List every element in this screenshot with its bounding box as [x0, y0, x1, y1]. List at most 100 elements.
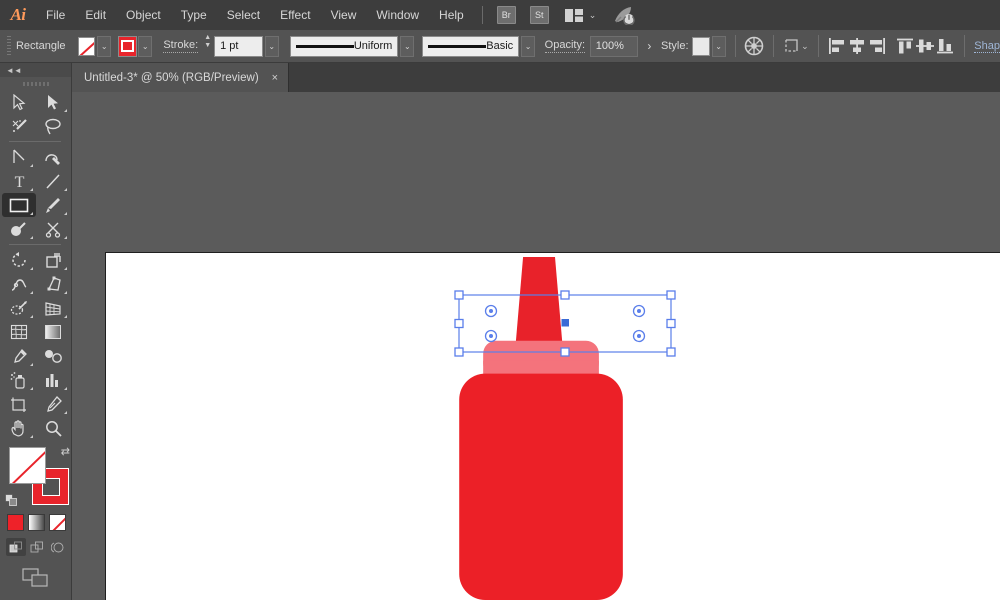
document-tab[interactable]: Untitled-3* @ 50% (RGB/Preview) ×	[72, 63, 289, 92]
mesh-tool[interactable]	[2, 320, 36, 344]
rocket-power-icon[interactable]	[612, 5, 636, 25]
graphic-style-chevron-icon[interactable]: ⌄	[712, 36, 726, 57]
close-icon[interactable]: ×	[272, 72, 278, 84]
scissors-tool[interactable]	[36, 217, 70, 241]
free-transform-tool[interactable]	[36, 272, 70, 296]
menu-item-file[interactable]: File	[36, 0, 75, 30]
menu-item-edit[interactable]: Edit	[75, 0, 116, 30]
default-fill-stroke-icon[interactable]	[5, 494, 18, 507]
stroke-dropdown-chevron-icon[interactable]: ⌄	[138, 36, 152, 57]
opacity-label[interactable]: Opacity:	[545, 39, 585, 53]
brush-preview-icon	[428, 45, 486, 48]
curvature-tool[interactable]	[36, 145, 70, 169]
shape-builder-tool[interactable]	[2, 296, 36, 320]
style-label: Style:	[661, 40, 689, 52]
line-segment-tool[interactable]	[36, 169, 70, 193]
stroke-weight-chevron-icon[interactable]: ⌄	[265, 36, 279, 57]
magic-wand-tool[interactable]	[2, 114, 36, 138]
graphic-style-swatch[interactable]	[692, 37, 709, 56]
collapse-panel-icon[interactable]: ◄◄	[0, 63, 71, 77]
draw-inside-button[interactable]	[48, 538, 68, 556]
brush-definition-chevron-icon[interactable]: ⌄	[521, 36, 535, 57]
selection-bounding-box[interactable]	[106, 253, 1000, 600]
opacity-options-chevron-icon[interactable]: ›	[647, 39, 651, 53]
none-button[interactable]	[49, 514, 66, 531]
brush-definition-select[interactable]: Basic	[422, 36, 519, 57]
rotate-tool[interactable]	[2, 248, 36, 272]
stock-button[interactable]: St	[530, 6, 549, 24]
align-horizontal-center-icon[interactable]	[847, 35, 867, 57]
shape-properties-link[interactable]: Shap	[974, 40, 1000, 53]
bridge-button[interactable]: Br	[497, 6, 516, 24]
menu-divider	[482, 6, 483, 24]
transform-icon[interactable]	[783, 35, 803, 57]
fill-dropdown-chevron-icon[interactable]: ⌄	[97, 36, 111, 57]
illustrator-window: Ai File Edit Object Type Select Effect V…	[0, 0, 1000, 600]
align-bottom-icon[interactable]	[935, 35, 955, 57]
tools-panel: ◄◄	[0, 63, 72, 600]
menu-item-effect[interactable]: Effect	[270, 0, 320, 30]
width-profile-select[interactable]: Uniform	[290, 36, 399, 57]
screen-mode-control	[0, 568, 71, 593]
stroke-weight-stepper[interactable]: ▲▼	[204, 38, 211, 54]
stroke-weight-label[interactable]: Stroke:	[163, 39, 198, 53]
control-bar-grip[interactable]	[7, 36, 11, 56]
lasso-tool[interactable]	[36, 114, 70, 138]
drawing-mode-buttons	[6, 538, 71, 556]
tool-group-selection	[2, 90, 70, 138]
menu-item-help[interactable]: Help	[429, 0, 474, 30]
menu-item-type[interactable]: Type	[171, 0, 217, 30]
eyedropper-tool[interactable]	[2, 344, 36, 368]
blend-tool[interactable]	[36, 344, 70, 368]
tool-group-modify	[2, 248, 70, 440]
brush-definition-value: Basic	[486, 40, 513, 52]
menu-item-select[interactable]: Select	[217, 0, 270, 30]
draw-normal-button[interactable]	[6, 538, 26, 556]
control-divider	[773, 35, 774, 57]
paintbrush-tool[interactable]	[36, 193, 70, 217]
swap-fill-stroke-icon[interactable]: ⇄	[61, 445, 70, 458]
stroke-weight-input[interactable]: 1 pt	[214, 36, 263, 57]
gradient-button[interactable]	[28, 514, 45, 531]
fill-color-swatch[interactable]	[78, 37, 95, 56]
transform-chevron-down-icon[interactable]: ⌄	[801, 41, 809, 52]
change-screen-mode-icon[interactable]	[22, 568, 50, 593]
draw-behind-button[interactable]	[27, 538, 47, 556]
perspective-grid-tool[interactable]	[36, 296, 70, 320]
hand-tool[interactable]	[2, 416, 36, 440]
align-top-icon[interactable]	[895, 35, 915, 57]
selection-tool[interactable]	[2, 90, 36, 114]
symbol-sprayer-tool[interactable]	[2, 368, 36, 392]
align-left-icon[interactable]	[827, 35, 847, 57]
canvas-area[interactable]	[72, 92, 1000, 600]
align-vertical-center-icon[interactable]	[915, 35, 935, 57]
opacity-input[interactable]: 100%	[590, 36, 639, 57]
zoom-tool[interactable]	[36, 416, 70, 440]
width-tool[interactable]	[2, 272, 36, 296]
type-tool[interactable]: T	[2, 169, 36, 193]
scale-tool[interactable]	[36, 248, 70, 272]
shaper-tool[interactable]	[2, 217, 36, 241]
column-graph-tool[interactable]	[36, 368, 70, 392]
recolor-artwork-icon[interactable]	[744, 35, 764, 57]
rectangle-tool[interactable]	[2, 193, 36, 217]
tools-panel-grip[interactable]	[0, 77, 71, 90]
stroke-color-swatch[interactable]	[119, 37, 136, 56]
svg-text:T: T	[14, 174, 24, 190]
fill-swatch[interactable]	[9, 447, 46, 484]
menu-item-object[interactable]: Object	[116, 0, 171, 30]
direct-selection-tool[interactable]	[36, 90, 70, 114]
menu-item-window[interactable]: Window	[366, 0, 429, 30]
gradient-tool[interactable]	[36, 320, 70, 344]
slice-tool[interactable]	[36, 392, 70, 416]
artboard-tool[interactable]	[2, 392, 36, 416]
artboard[interactable]	[105, 252, 1000, 600]
pen-tool[interactable]	[2, 145, 36, 169]
menu-item-view[interactable]: View	[321, 0, 367, 30]
width-profile-chevron-icon[interactable]: ⌄	[400, 36, 414, 57]
arrange-chevron-down-icon[interactable]: ⌄	[589, 10, 597, 21]
color-button[interactable]	[7, 514, 24, 531]
width-profile-preview-icon	[296, 45, 354, 48]
align-right-icon[interactable]	[867, 35, 887, 57]
arrange-documents-icon[interactable]	[565, 9, 583, 22]
